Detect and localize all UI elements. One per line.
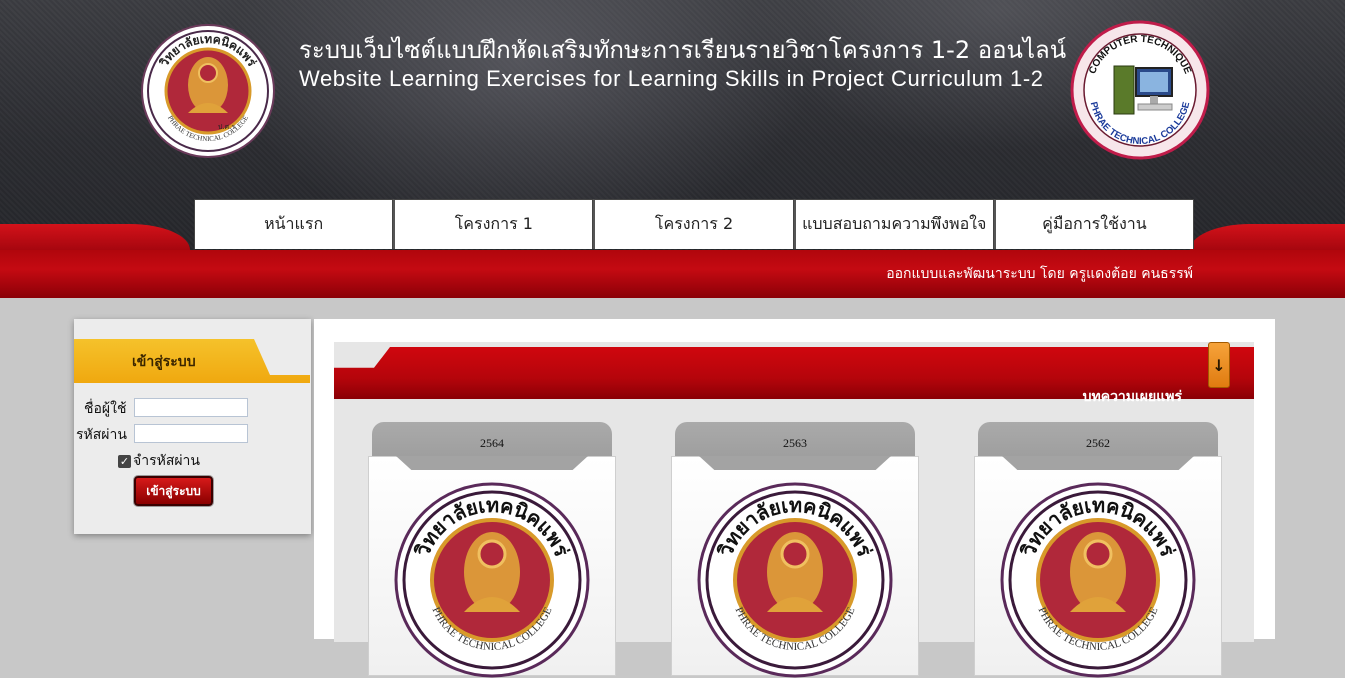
nav-item-home[interactable]: หน้าแรก — [194, 199, 394, 249]
password-label: รหัสผ่าน — [76, 427, 127, 443]
article-card[interactable]: 2562 วิทยาลัยเทคนิคแพร่ PHRAE TECHNICAL … — [974, 422, 1222, 678]
remember-checkbox[interactable]: ✓ — [118, 454, 131, 468]
remember-label: จำรหัสผ่าน — [133, 453, 200, 469]
arrow-down-icon[interactable]: ↓ — [1208, 342, 1230, 388]
college-logo-caption: ป.ศ.ร. — [218, 123, 237, 131]
article-card[interactable]: 2563 วิทยาลัยเทคนิคแพร่ PHRAE TECHNICAL … — [671, 422, 919, 678]
computer-department-logo[interactable]: COMPUTER TECHNIQUE PHRAE TECHNICAL COLLE… — [1070, 20, 1210, 160]
article-card-year: 2564 — [480, 436, 504, 450]
remember-me[interactable]: ✓ จำรหัสผ่าน — [118, 450, 200, 472]
nav-item-project-2[interactable]: โครงการ 2 — [593, 199, 794, 249]
college-logo[interactable]: วิทยาลัยเทคนิคแพร่ PHRAE TECHNICAL COLLE… — [140, 23, 276, 159]
main-content: บทความเผยแพร่ ↓ 2564 วิทยาลัยเทคนิคแพร่ … — [314, 319, 1275, 678]
article-card[interactable]: 2564 วิทยาลัยเทคนิคแพร่ PHRAE TECHNICAL … — [368, 422, 616, 678]
articles-section: บทความเผยแพร่ ↓ 2564 วิทยาลัยเทคนิคแพร่ … — [334, 342, 1254, 678]
login-title: เข้าสู่ระบบ — [132, 354, 196, 370]
username-input[interactable] — [134, 398, 248, 417]
login-panel: เข้าสู่ระบบ ชื่อผู้ใช้ รหัสผ่าน ✓ จำรหัส… — [74, 319, 311, 534]
article-card-notch — [699, 456, 891, 470]
article-card-year: 2563 — [783, 436, 807, 450]
nav-item-satisfaction-survey[interactable]: แบบสอบถามความพึงพอใจ — [793, 199, 994, 249]
login-button[interactable]: เข้าสู่ระบบ — [134, 476, 213, 506]
developer-credit: ออกแบบและพัฒนาระบบ โดย ครูแดงต้อย คนธรรพ… — [886, 266, 1193, 282]
site-title-thai: ระบบเว็บไซต์แบบฝึกหัดเสริมทักษะการเรียนร… — [299, 36, 1067, 64]
main-nav: หน้าแรก โครงการ 1 โครงการ 2 แบบสอบถามควา… — [194, 199, 1195, 251]
article-card-year: 2562 — [1086, 436, 1110, 450]
site-title-english: Website Learning Exercises for Learning … — [299, 66, 1044, 91]
college-logo[interactable]: วิทยาลัยเทคนิคแพร่ PHRAE TECHNICAL COLLE… — [1000, 482, 1196, 678]
article-card-notch — [1002, 456, 1194, 470]
nav-item-user-manual[interactable]: คู่มือการใช้งาน — [993, 199, 1195, 249]
college-logo[interactable]: วิทยาลัยเทคนิคแพร่ PHRAE TECHNICAL COLLE… — [697, 482, 893, 678]
college-logo[interactable]: วิทยาลัยเทคนิคแพร่ PHRAE TECHNICAL COLLE… — [394, 482, 590, 678]
nav-item-project-1[interactable]: โครงการ 1 — [393, 199, 594, 249]
article-card-notch — [396, 456, 588, 470]
password-input[interactable] — [134, 424, 248, 443]
articles-title: บทความเผยแพร่ — [1082, 389, 1182, 405]
username-label: ชื่อผู้ใช้ — [84, 401, 127, 417]
